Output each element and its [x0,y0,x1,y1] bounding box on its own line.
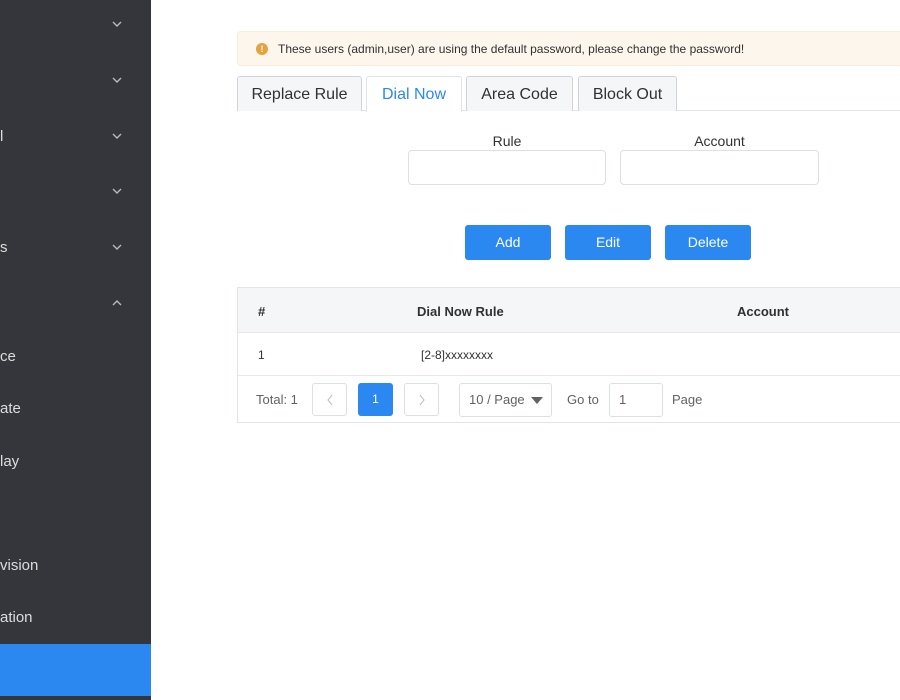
sidebar-subitem-2[interactable]: ate [0,383,151,435]
sidebar-subitem-5[interactable]: vision [0,540,151,592]
delete-button[interactable]: Delete [665,225,751,260]
sidebar-subitem-4[interactable] [0,488,151,540]
page-size-select[interactable]: 10 / Page [459,383,552,417]
cell-index: 1 [258,348,265,362]
sidebar-group-6[interactable] [0,279,151,335]
page-number-current[interactable]: 1 [358,383,393,416]
goto-label: Go to [567,392,599,407]
sidebar-subitem-label: ce [0,348,16,365]
sidebar-subitem-active[interactable] [0,644,151,696]
edit-button[interactable]: Edit [565,225,651,260]
sidebar-subitem-1[interactable]: ce [0,331,151,383]
sidebar-subitem-3[interactable]: lay [0,436,151,488]
sidebar-subitem-label: vision [0,557,39,574]
page-size-value: 10 / Page [469,392,525,407]
goto-page-input[interactable]: 1 [609,383,663,417]
rule-label: Rule [492,133,522,149]
dial-now-table: # Dial Now Rule Account 1 [2-8]xxxxxxxx … [237,287,900,423]
caret-down-icon [531,397,543,404]
chevron-down-icon [112,77,122,83]
tab-replace-rule[interactable]: Replace Rule [237,76,362,111]
sidebar-subitem-label: ate [0,400,21,417]
prev-page-button[interactable] [312,383,347,416]
chevron-down-icon [112,244,122,250]
sidebar-subitem-6[interactable]: ation [0,592,151,644]
tab-block-out[interactable]: Block Out [578,76,677,111]
account-label: Account [694,133,745,149]
sidebar-group-4[interactable] [0,167,151,223]
chevron-down-icon [112,188,122,194]
tab-dial-now[interactable]: Dial Now [366,76,462,112]
next-page-button[interactable] [404,383,439,416]
column-header-rule: Dial Now Rule [417,304,504,319]
sidebar-subitem-label: lay [0,453,20,470]
add-button[interactable]: Add [465,225,551,260]
pagination: Total: 1 1 10 / Page Go to 1 Page [238,376,900,423]
sidebar-group-label: s [0,239,8,256]
account-input[interactable] [620,150,819,185]
sidebar-group-1[interactable] [0,0,151,56]
tab-bar: Replace Rule Dial Now Area Code Block Ou… [237,76,900,112]
tab-area-code[interactable]: Area Code [466,76,573,111]
default-password-alert: ! These users (admin,user) are using the… [237,31,900,66]
column-header-account: Account [737,304,789,319]
sidebar-subitem-label: ation [0,609,33,626]
rule-input[interactable] [408,150,606,185]
chevron-right-icon [419,394,425,406]
cell-rule: [2-8]xxxxxxxx [421,348,494,362]
table-row[interactable]: 1 [2-8]xxxxxxxx [238,333,900,376]
sidebar-group-5[interactable]: s [0,223,151,279]
chevron-down-icon [112,21,122,27]
pagination-total: Total: 1 [256,392,298,407]
page-label: Page [672,392,703,407]
table-header: # Dial Now Rule Account [238,288,900,333]
chevron-left-icon [326,394,332,406]
chevron-down-icon [112,133,122,139]
sidebar: l s ce ate lay vision ation [0,0,151,700]
warning-icon: ! [256,43,268,55]
sidebar-group-3[interactable]: l [0,112,151,168]
alert-text: These users (admin,user) are using the d… [278,42,745,56]
chevron-up-icon [112,300,122,306]
sidebar-group-2[interactable] [0,56,151,112]
column-header-index: # [258,304,266,319]
sidebar-group-label: l [0,128,4,145]
